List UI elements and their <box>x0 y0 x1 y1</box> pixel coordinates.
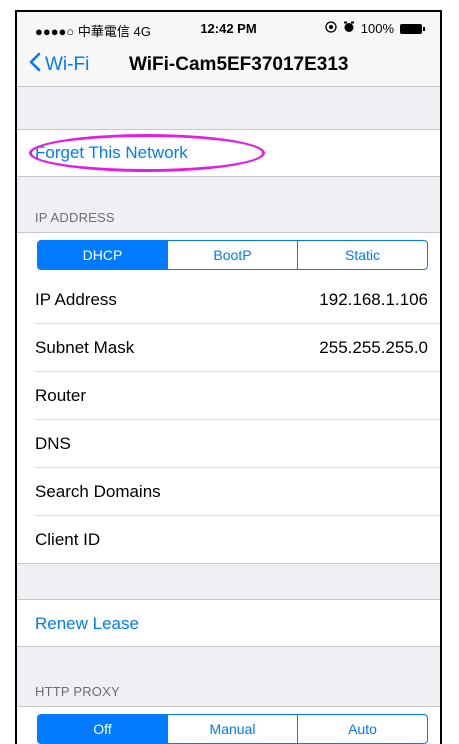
client-id-row[interactable]: Client ID <box>35 516 440 563</box>
router-row[interactable]: Router <box>35 372 440 420</box>
segment-static[interactable]: Static <box>297 241 427 269</box>
row-label: IP Address <box>35 290 117 309</box>
forget-network-button[interactable]: Forget This Network <box>35 143 188 163</box>
alarm-icon <box>343 21 355 36</box>
location-icon <box>325 21 337 36</box>
row-label: Client ID <box>35 530 101 549</box>
segment-off[interactable]: Off <box>38 715 167 743</box>
forget-network-row[interactable]: Forget This Network <box>17 129 440 177</box>
subnet-mask-row: Subnet Mask 255.255.255.0 <box>35 324 440 372</box>
row-value: 192.168.1.106 <box>319 290 428 309</box>
proxy-mode-container: Off Manual Auto <box>17 706 440 744</box>
page-title: WiFi-Cam5EF37017E313 <box>129 54 349 75</box>
ip-address-row: IP Address 192.168.1.106 <box>35 276 440 324</box>
dns-row[interactable]: DNS <box>35 420 440 468</box>
ip-details-list: IP Address 192.168.1.106 Subnet Mask 255… <box>17 276 440 564</box>
proxy-mode-segmented-control: Off Manual Auto <box>37 714 428 744</box>
search-domains-row[interactable]: Search Domains <box>35 468 440 516</box>
renew-lease-row[interactable]: Renew Lease <box>17 599 440 647</box>
status-icons: 100% <box>325 21 425 36</box>
ip-address-header: IP ADDRESS <box>35 210 115 225</box>
row-value: 255.255.255.0 <box>319 338 428 357</box>
chevron-left-icon <box>29 52 41 78</box>
row-label: Router <box>35 386 87 405</box>
row-label: Search Domains <box>35 482 161 501</box>
row-label: DNS <box>35 434 71 453</box>
battery-icon <box>400 23 425 34</box>
phone-frame: ●●●●○ 中華電信 4G 12:42 PM 100% Wi-Fi WiFi-C… <box>15 10 442 744</box>
row-label: Subnet Mask <box>35 338 135 357</box>
segment-dhcp[interactable]: DHCP <box>38 241 167 269</box>
ip-mode-container: DHCP BootP Static <box>17 232 440 277</box>
http-proxy-header: HTTP PROXY <box>35 684 120 699</box>
segment-manual[interactable]: Manual <box>167 715 297 743</box>
navigation-bar: Wi-Fi WiFi-Cam5EF37017E313 <box>17 42 440 87</box>
status-bar: ●●●●○ 中華電信 4G 12:42 PM 100% <box>17 12 440 42</box>
battery-percent: 100% <box>360 21 394 36</box>
segment-bootp[interactable]: BootP <box>167 241 297 269</box>
back-label: Wi-Fi <box>45 54 90 75</box>
back-button[interactable]: Wi-Fi <box>29 52 89 78</box>
segment-auto[interactable]: Auto <box>297 715 427 743</box>
renew-lease-button[interactable]: Renew Lease <box>35 614 139 634</box>
ip-mode-segmented-control: DHCP BootP Static <box>37 240 428 270</box>
